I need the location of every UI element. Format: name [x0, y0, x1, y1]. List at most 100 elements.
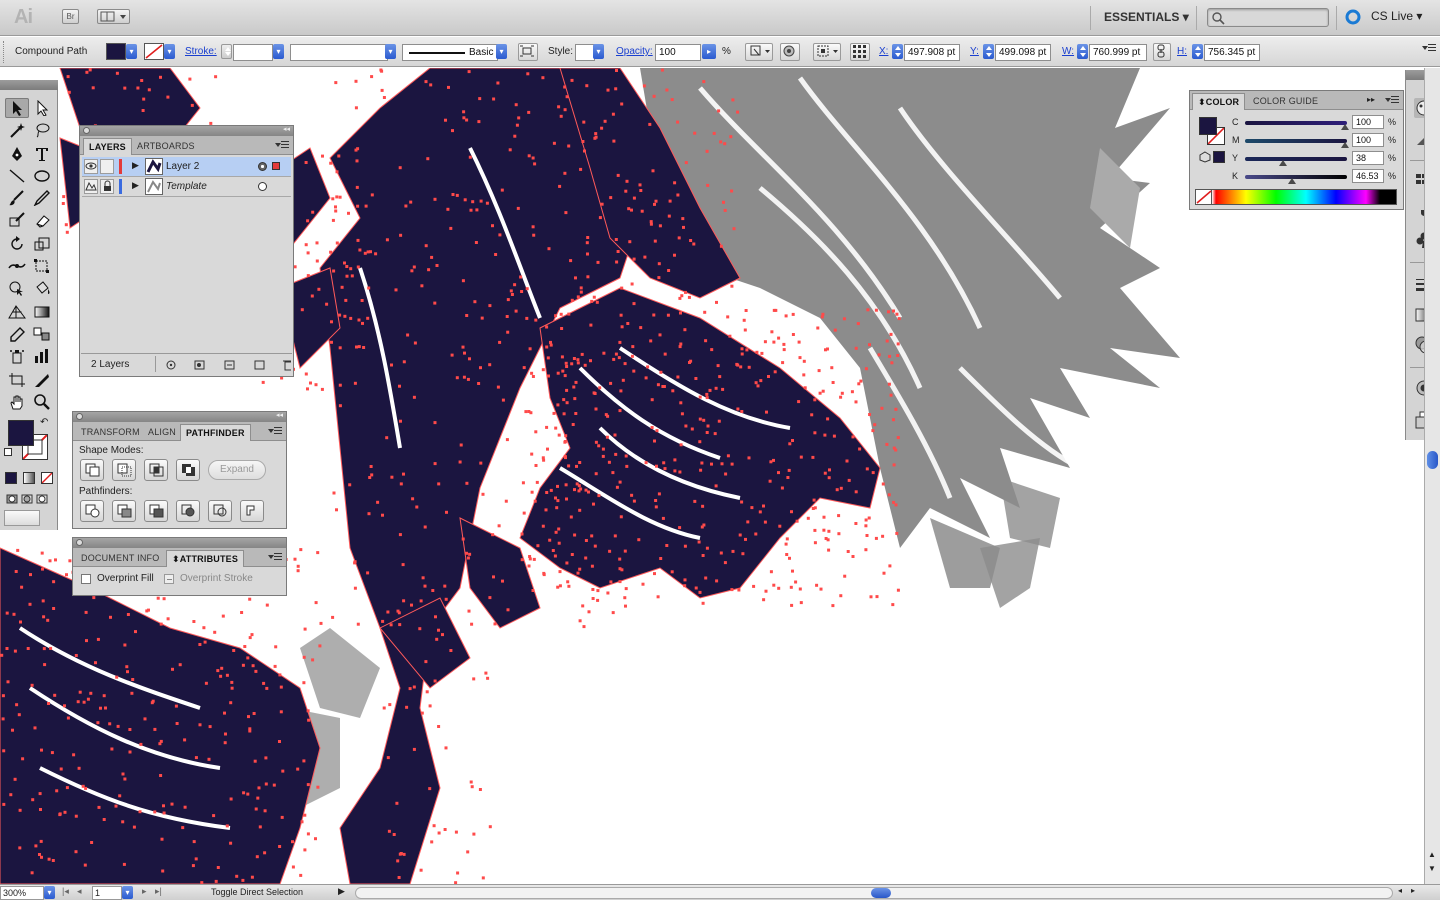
- stroke-label[interactable]: Stroke:: [185, 46, 217, 57]
- tab-align[interactable]: ALIGN: [143, 424, 181, 441]
- rotate-tool[interactable]: [5, 234, 29, 254]
- visibility-toggle[interactable]: [84, 159, 98, 174]
- channel-slider-m[interactable]: [1245, 139, 1347, 143]
- scroll-up-icon[interactable]: ▲: [1428, 850, 1436, 859]
- overprint-fill-checkbox[interactable]: [81, 574, 91, 584]
- tab-attributes[interactable]: ⬍ATTRIBUTES: [166, 550, 245, 567]
- horizontal-scroll-thumb[interactable]: [871, 888, 891, 898]
- layers-panel-menu[interactable]: [275, 140, 289, 150]
- selection-indicator[interactable]: [272, 162, 280, 170]
- template-toggle[interactable]: [84, 179, 98, 194]
- y-stepper[interactable]: [983, 44, 994, 59]
- channel-slider-y[interactable]: [1245, 157, 1347, 161]
- scale-tool[interactable]: [30, 234, 54, 254]
- stroke-weight-stepper[interactable]: [221, 44, 232, 59]
- vertical-scroll-thumb[interactable]: [1427, 451, 1438, 469]
- arrange-documents-button[interactable]: [97, 9, 130, 24]
- h-stepper[interactable]: [1192, 44, 1203, 59]
- help-search-input[interactable]: [1207, 8, 1329, 27]
- gamut-swatch[interactable]: [1213, 151, 1225, 163]
- layers-footer-buttons[interactable]: [161, 357, 291, 373]
- zoom-dropdown[interactable]: ▾: [44, 886, 55, 899]
- stroke-swatch[interactable]: [144, 43, 164, 60]
- free-transform-tool[interactable]: [30, 256, 54, 276]
- close-icon[interactable]: [76, 413, 83, 420]
- divide-button[interactable]: [80, 500, 104, 522]
- tools-panel-grip[interactable]: [0, 80, 58, 90]
- recolor-artwork-button[interactable]: [745, 43, 773, 61]
- w-label[interactable]: W:: [1062, 46, 1074, 57]
- outline-button[interactable]: [208, 500, 232, 522]
- fill-swatch[interactable]: [106, 43, 126, 60]
- eraser-tool[interactable]: [30, 210, 54, 230]
- blob-brush-tool[interactable]: [5, 210, 29, 230]
- collapse-icon[interactable]: ◂◂: [283, 125, 290, 133]
- color-panel-fill[interactable]: [1199, 117, 1217, 135]
- align-to-button[interactable]: [813, 43, 841, 61]
- expand-button[interactable]: Expand: [208, 460, 266, 480]
- exclude-button[interactable]: [176, 459, 200, 481]
- w-field[interactable]: 760.999 pt: [1089, 44, 1147, 61]
- attributes-menu[interactable]: [268, 552, 282, 562]
- opacity-slider-toggle[interactable]: ▸: [702, 44, 716, 59]
- type-tool[interactable]: [30, 144, 54, 164]
- expand-triangle-icon[interactable]: ▶: [132, 160, 139, 171]
- lock-toggle[interactable]: [100, 179, 114, 194]
- isolate-group-button[interactable]: [780, 43, 800, 61]
- close-icon[interactable]: [83, 127, 90, 134]
- pencil-tool[interactable]: [30, 188, 54, 208]
- control-panel-menu[interactable]: [1422, 43, 1436, 53]
- expand-panel-icon[interactable]: ▸▸: [1367, 95, 1375, 104]
- channel-slider-thumb[interactable]: [1287, 178, 1296, 184]
- overprint-stroke-checkbox[interactable]: [164, 574, 174, 584]
- w-stepper[interactable]: [1077, 44, 1088, 59]
- channel-slider-thumb[interactable]: [1341, 124, 1349, 130]
- live-paint-bucket-tool[interactable]: [30, 278, 54, 298]
- channel-value-y[interactable]: 38: [1352, 151, 1384, 165]
- next-artboard-icon[interactable]: ▸: [142, 886, 147, 897]
- vertical-scrollbar[interactable]: ▲ ▼: [1424, 68, 1440, 884]
- channel-slider-thumb[interactable]: [1279, 160, 1287, 166]
- graphic-style-dropdown[interactable]: ▾: [593, 44, 604, 59]
- slice-tool[interactable]: [30, 370, 54, 390]
- color-panel-menu[interactable]: [1385, 95, 1399, 105]
- minus-front-button[interactable]: [112, 459, 136, 481]
- channel-slider-thumb[interactable]: [1341, 142, 1349, 148]
- brush-options-button[interactable]: [518, 43, 538, 61]
- default-colors-icon[interactable]: [4, 448, 12, 456]
- scroll-right-icon[interactable]: ▸: [1411, 886, 1415, 895]
- opacity-field[interactable]: 100: [655, 44, 701, 61]
- zoom-field[interactable]: 300%: [0, 886, 44, 900]
- none-mode-button[interactable]: [41, 472, 53, 484]
- previous-artboard-icon[interactable]: ◂: [77, 886, 82, 897]
- channel-value-c[interactable]: 100: [1352, 115, 1384, 129]
- pen-tool[interactable]: [5, 144, 29, 164]
- tab-transform[interactable]: TRANSFORM: [76, 424, 145, 441]
- y-label[interactable]: Y:: [970, 46, 979, 57]
- zoom-tool[interactable]: [30, 392, 54, 412]
- column-graph-tool[interactable]: [30, 346, 54, 366]
- direct-selection-tool[interactable]: [30, 98, 54, 118]
- magic-wand-tool[interactable]: [5, 120, 29, 140]
- tab-color[interactable]: ⬍COLOR: [1192, 93, 1246, 110]
- cs-live-menu[interactable]: CS Live ▾: [1371, 9, 1422, 23]
- first-artboard-icon[interactable]: |◂: [62, 886, 69, 897]
- attributes-titlebar[interactable]: [73, 538, 286, 548]
- out-of-gamut-icon[interactable]: [1199, 151, 1211, 163]
- tab-pathfinder[interactable]: PATHFINDER: [180, 424, 251, 441]
- color-mode-button[interactable]: [5, 472, 17, 484]
- screen-mode-button[interactable]: [4, 510, 40, 526]
- variable-width-profile[interactable]: [290, 44, 388, 61]
- merge-button[interactable]: [144, 500, 168, 522]
- status-menu-icon[interactable]: ▶: [338, 886, 345, 897]
- opacity-label[interactable]: Opacity:: [616, 46, 653, 57]
- tab-artboards[interactable]: ARTBOARDS: [132, 138, 200, 155]
- target-icon[interactable]: [258, 182, 267, 191]
- fill-dropdown[interactable]: ▾: [126, 44, 137, 59]
- shape-builder-tool[interactable]: [5, 278, 29, 298]
- variable-width-dropdown[interactable]: ▾: [385, 44, 396, 59]
- selection-tool[interactable]: [5, 98, 29, 118]
- channel-slider-k[interactable]: [1245, 175, 1347, 179]
- fill-color-box[interactable]: [8, 420, 34, 446]
- bridge-button[interactable]: Br: [62, 9, 79, 24]
